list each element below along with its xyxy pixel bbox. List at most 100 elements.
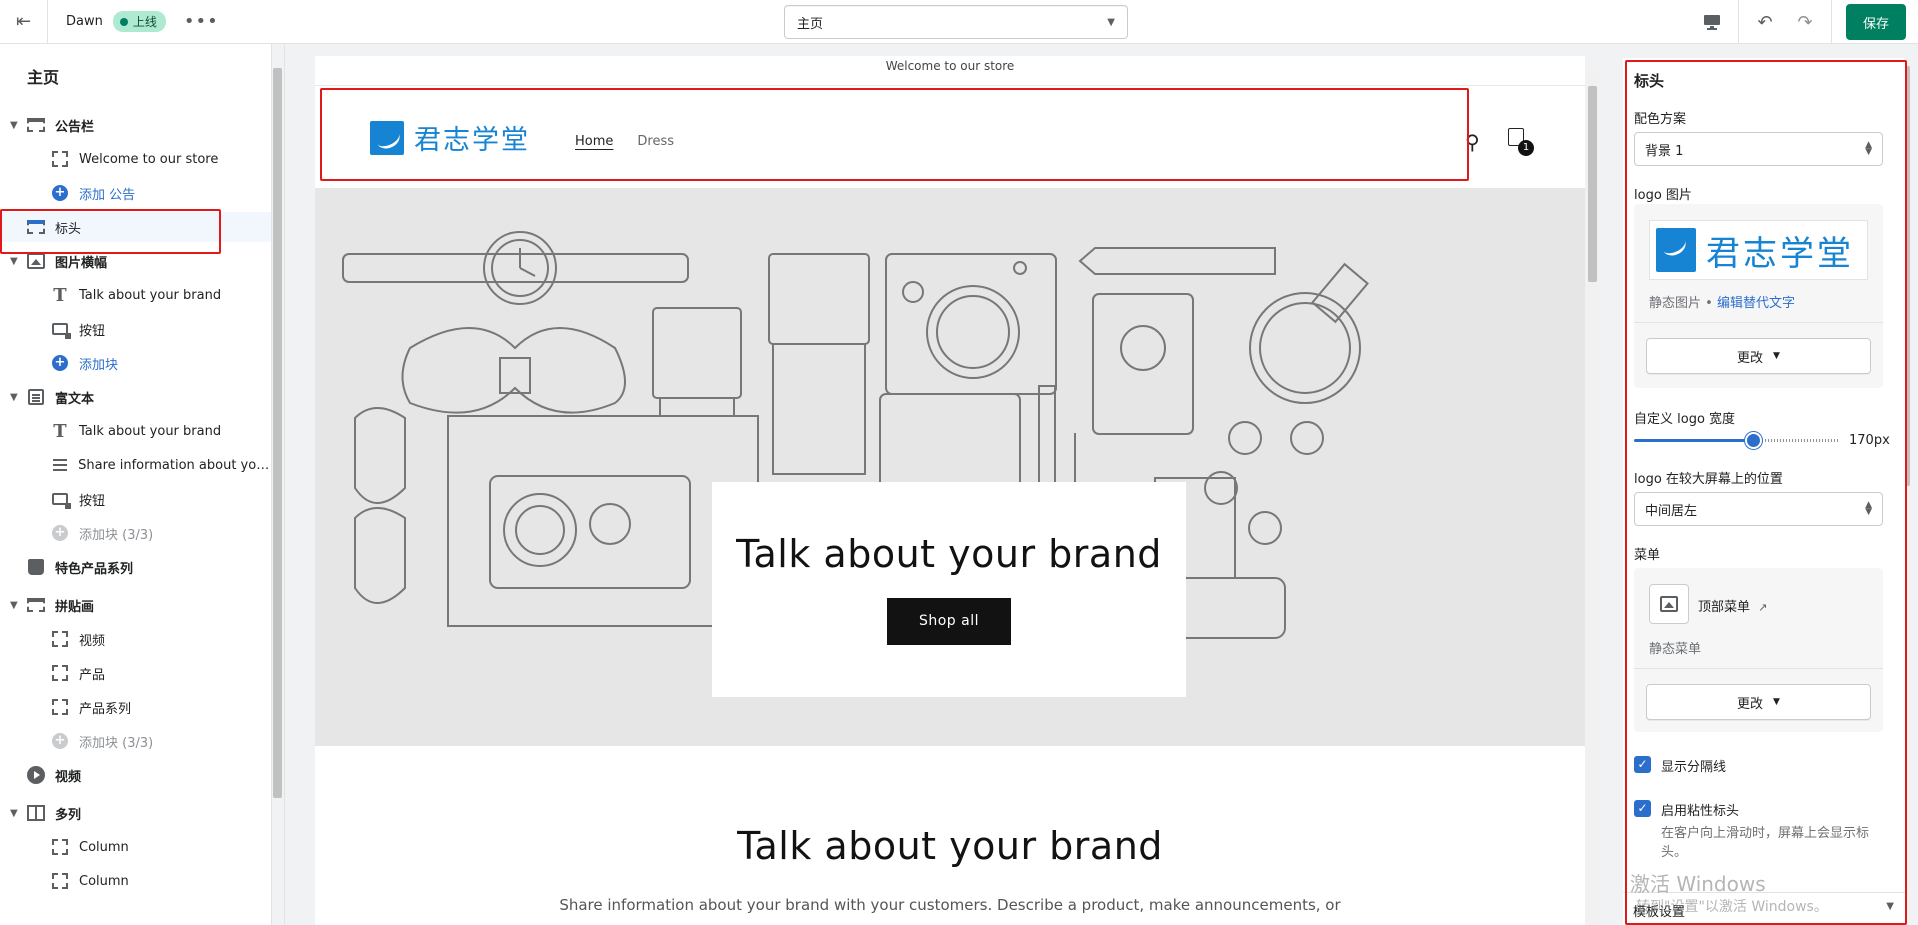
logo-position-label: logo 在较大屏幕上的位置 bbox=[1634, 472, 1783, 487]
search-icon[interactable]: ⚲ bbox=[1465, 130, 1480, 154]
section-header[interactable]: 标头 bbox=[0, 212, 272, 242]
paragraph-icon bbox=[52, 459, 67, 471]
block-text[interactable]: Share information about your... bbox=[0, 450, 272, 480]
logo-image-label: logo 图片 bbox=[1634, 188, 1692, 203]
status-badge: 上线 bbox=[112, 11, 166, 32]
image-icon bbox=[1660, 596, 1678, 612]
settings-scrollbar-thumb[interactable] bbox=[1905, 66, 1910, 486]
external-link-icon: ↗ bbox=[1758, 601, 1768, 614]
menu-image-placeholder bbox=[1649, 584, 1689, 624]
block-welcome[interactable]: Welcome to our store bbox=[0, 144, 272, 174]
plus-circle-icon: + bbox=[52, 525, 68, 541]
logo-meta: 静态图片 • bbox=[1649, 296, 1717, 311]
add-block-button[interactable]: + 添加块 bbox=[0, 348, 272, 378]
chevron-down-icon: ▼ bbox=[1886, 901, 1894, 912]
windows-activation-subtext: 转到"设置"以激活 Windows。 bbox=[1636, 899, 1828, 915]
block-button[interactable]: 按钮 bbox=[0, 484, 272, 514]
chevron-down-icon: ▼ bbox=[1107, 16, 1115, 28]
menu-label: 菜单 bbox=[1634, 548, 1661, 563]
block-icon bbox=[52, 699, 68, 715]
preview-scrollbar[interactable] bbox=[1585, 70, 1599, 925]
shop-all-button[interactable]: Shop all bbox=[887, 598, 1011, 645]
button-icon bbox=[52, 493, 71, 509]
plus-circle-icon: + bbox=[52, 185, 68, 201]
color-scheme-select[interactable]: 背景 1 ▲ ▼ bbox=[1634, 132, 1883, 166]
updown-chevron-icon: ▲ ▼ bbox=[1865, 500, 1872, 517]
add-block-button-disabled: + 添加块 (3/3) bbox=[0, 518, 272, 548]
text-icon: T bbox=[53, 420, 67, 442]
caret-down-icon: ▼ bbox=[1773, 697, 1780, 707]
image-banner[interactable]: Talk about your brand Shop all bbox=[315, 188, 1585, 746]
text-icon: T bbox=[53, 284, 67, 306]
save-button[interactable]: 保存 bbox=[1846, 4, 1906, 40]
logo-position-select[interactable]: 中间居左 ▲ ▼ bbox=[1634, 492, 1883, 526]
desktop-view-button[interactable] bbox=[1692, 0, 1732, 44]
block-heading[interactable]: T Talk about your brand bbox=[0, 416, 272, 446]
page-select-value: 主页 bbox=[797, 16, 824, 32]
block-button[interactable]: 按钮 bbox=[0, 314, 272, 344]
nav-home[interactable]: Home bbox=[575, 134, 613, 149]
caret-down-icon: ▼ bbox=[10, 255, 18, 267]
section-rich-text[interactable]: ▼ 富文本 bbox=[0, 382, 272, 412]
redo-icon: ↷ bbox=[1797, 11, 1813, 33]
section-collage[interactable]: ▼ 拼贴画 bbox=[0, 590, 272, 620]
plus-circle-icon: + bbox=[52, 355, 68, 371]
section-image-banner[interactable]: ▼ 图片横幅 bbox=[0, 246, 272, 276]
block-icon bbox=[52, 631, 68, 647]
caret-down-icon: ▼ bbox=[10, 807, 18, 819]
block-column[interactable]: Column bbox=[0, 866, 272, 896]
block-collection[interactable]: 产品系列 bbox=[0, 692, 272, 722]
menu-name-link[interactable]: 顶部菜单 bbox=[1698, 600, 1750, 615]
section-video[interactable]: 视频 bbox=[0, 760, 272, 790]
page-select[interactable]: 主页 ▼ bbox=[784, 5, 1128, 39]
left-scrollbar-thumb[interactable] bbox=[273, 68, 282, 798]
redo-button[interactable]: ↷ bbox=[1785, 0, 1825, 44]
windows-activation-watermark: 激活 Windows bbox=[1630, 872, 1766, 896]
left-scrollbar[interactable] bbox=[271, 44, 284, 925]
block-column[interactable]: Column bbox=[0, 832, 272, 862]
logo-text: 君志学堂 bbox=[414, 125, 530, 156]
sticky-header-checkbox[interactable]: ✓ bbox=[1634, 800, 1651, 817]
change-menu-button[interactable]: 更改 ▼ bbox=[1646, 684, 1871, 720]
richtext-heading: Talk about your brand bbox=[737, 824, 1163, 868]
monitor-icon bbox=[1704, 15, 1720, 30]
store-nav: Home Dress bbox=[575, 134, 674, 149]
section-multicolumn[interactable]: ▼ 多列 bbox=[0, 798, 272, 828]
caret-down-icon: ▼ bbox=[1773, 351, 1780, 361]
exit-button[interactable]: ⇤ bbox=[0, 0, 48, 44]
announcement-icon bbox=[27, 118, 45, 132]
sticky-header-label: 启用粘性标头 bbox=[1661, 804, 1740, 819]
menu-card: 顶部菜单 ↗ 静态菜单 更改 ▼ bbox=[1634, 568, 1883, 732]
block-icon bbox=[52, 839, 68, 855]
store-logo[interactable]: 君志学堂 bbox=[370, 118, 530, 157]
nav-dress[interactable]: Dress bbox=[637, 134, 674, 149]
section-featured-collection[interactable]: 特色产品系列 bbox=[0, 552, 272, 582]
block-product[interactable]: 产品 bbox=[0, 658, 272, 688]
show-divider-checkbox[interactable]: ✓ bbox=[1634, 756, 1651, 773]
collage-icon bbox=[27, 598, 45, 612]
change-logo-button[interactable]: 更改 ▼ bbox=[1646, 338, 1871, 374]
logo-width-slider[interactable] bbox=[1634, 432, 1839, 449]
logo-image-preview: 君志学堂 bbox=[1649, 220, 1868, 280]
play-icon bbox=[27, 766, 45, 784]
color-scheme-label: 配色方案 bbox=[1634, 112, 1687, 127]
header-icon bbox=[27, 220, 45, 234]
block-heading[interactable]: T Talk about your brand bbox=[0, 280, 272, 310]
preview-scrollbar-thumb[interactable] bbox=[1588, 86, 1597, 282]
block-video[interactable]: 视频 bbox=[0, 624, 272, 654]
announcement-bar: Welcome to our store bbox=[315, 56, 1585, 86]
store-preview: Welcome to our store 君志学堂 Home Dress ⚲ 1 bbox=[315, 56, 1585, 925]
exit-icon: ⇤ bbox=[15, 11, 32, 32]
logo-image-card: 君志学堂 静态图片 • 编辑替代文字 更改 ▼ bbox=[1634, 204, 1883, 388]
slider-knob[interactable] bbox=[1745, 432, 1762, 449]
logo-mark-icon bbox=[370, 120, 404, 155]
undo-button[interactable]: ↶ bbox=[1745, 0, 1785, 44]
section-announcement-bar[interactable]: ▼ 公告栏 bbox=[0, 110, 272, 140]
more-actions-button[interactable]: ••• bbox=[184, 11, 219, 32]
cart-count-badge: 1 bbox=[1518, 140, 1534, 156]
block-icon bbox=[52, 665, 68, 681]
undo-icon: ↶ bbox=[1757, 11, 1773, 33]
store-header[interactable]: 君志学堂 Home Dress ⚲ 1 bbox=[315, 86, 1585, 188]
add-announcement-button[interactable]: + 添加 公告 bbox=[0, 178, 272, 208]
edit-alt-text-link[interactable]: 编辑替代文字 bbox=[1717, 296, 1795, 311]
